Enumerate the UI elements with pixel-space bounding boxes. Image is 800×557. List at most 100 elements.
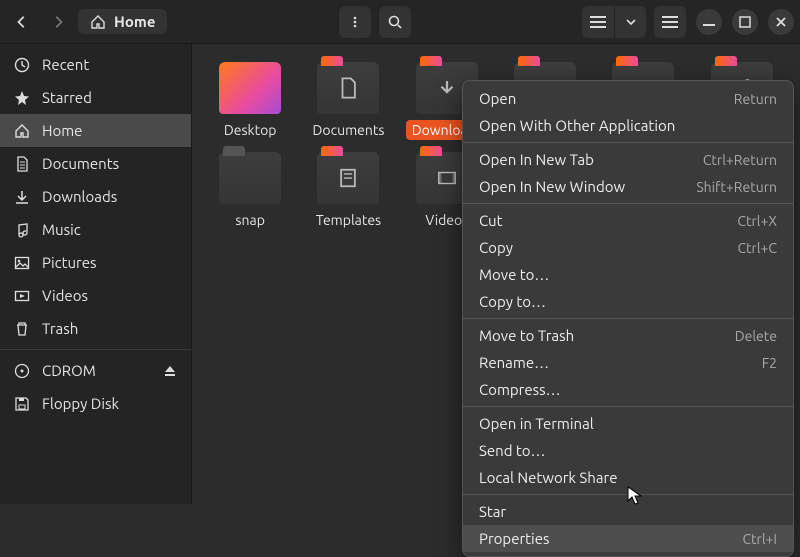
menu-item-copy-to[interactable]: Copy to… bbox=[463, 288, 793, 315]
sidebar-item-label: CDROM bbox=[42, 362, 96, 379]
menu-item-accel: Ctrl+C bbox=[737, 240, 777, 256]
file-item-templates[interactable]: Templates bbox=[300, 148, 396, 234]
menu-item-label: Copy to… bbox=[479, 293, 546, 310]
doc-glyph-icon bbox=[317, 62, 379, 114]
sidebar-item-label: Music bbox=[42, 221, 81, 238]
menu-separator bbox=[463, 318, 793, 319]
menu-item-label: Star bbox=[479, 503, 506, 520]
folder-icon bbox=[219, 62, 281, 114]
sidebar: Recent Starred Home Documents Downloads Music… bbox=[0, 44, 192, 504]
search-button[interactable] bbox=[379, 6, 411, 38]
back-button[interactable] bbox=[6, 6, 38, 38]
menu-item-local-network-share[interactable]: Local Network Share bbox=[463, 464, 793, 491]
menu-item-label: Copy bbox=[479, 239, 513, 256]
menu-item-label: Open In New Tab bbox=[479, 151, 594, 168]
close-button[interactable] bbox=[768, 9, 794, 35]
menu-item-label: Properties bbox=[479, 530, 550, 547]
menu-item-label: Open In New Window bbox=[479, 178, 625, 195]
sidebar-separator bbox=[0, 349, 191, 350]
menu-item-label: Move to… bbox=[479, 266, 549, 283]
menu-separator bbox=[463, 203, 793, 204]
menu-item-accel: Shift+Return bbox=[696, 179, 777, 195]
sidebar-item-documents[interactable]: Documents bbox=[0, 147, 191, 180]
document-icon bbox=[14, 156, 30, 172]
disc-icon bbox=[14, 363, 30, 379]
menu-item-copy[interactable]: Copy Ctrl+C bbox=[463, 234, 793, 261]
sidebar-device-floppy-disk[interactable]: Floppy Disk bbox=[0, 387, 191, 420]
menu-separator bbox=[463, 494, 793, 495]
menu-item-accel: F2 bbox=[762, 355, 777, 371]
sidebar-item-starred[interactable]: Starred bbox=[0, 81, 191, 114]
sidebar-item-trash[interactable]: Trash bbox=[0, 312, 191, 345]
download-icon bbox=[14, 189, 30, 205]
sidebar-item-label: Pictures bbox=[42, 254, 97, 271]
file-label: snap bbox=[229, 210, 270, 230]
path-bar[interactable]: Home bbox=[78, 9, 167, 34]
minimize-button[interactable] bbox=[696, 9, 722, 35]
sidebar-item-pictures[interactable]: Pictures bbox=[0, 246, 191, 279]
menu-item-properties[interactable]: Properties Ctrl+I bbox=[463, 525, 793, 552]
menu-item-rename[interactable]: Rename…F2 bbox=[463, 349, 793, 376]
list-view-button[interactable] bbox=[582, 6, 614, 38]
path-label: Home bbox=[114, 13, 155, 30]
file-item-desktop[interactable]: Desktop bbox=[202, 58, 298, 144]
music-icon bbox=[14, 222, 30, 238]
menu-item-open-in-new-window[interactable]: Open In New Window Shift+Return bbox=[463, 173, 793, 200]
menu-item-cut[interactable]: Cut Ctrl+X bbox=[463, 207, 793, 234]
file-label: Desktop bbox=[218, 120, 283, 140]
menu-item-send-to[interactable]: Send to… bbox=[463, 437, 793, 464]
file-item-documents[interactable]: Documents bbox=[300, 58, 396, 144]
forward-button[interactable] bbox=[42, 6, 74, 38]
sidebar-item-videos[interactable]: Videos bbox=[0, 279, 191, 312]
menu-item-accel: Delete bbox=[735, 328, 777, 344]
sidebar-item-label: Videos bbox=[42, 287, 88, 304]
menu-item-label: Compress… bbox=[479, 381, 561, 398]
menu-separator bbox=[463, 406, 793, 407]
menu-item-open-in-new-tab[interactable]: Open In New Tab Ctrl+Return bbox=[463, 146, 793, 173]
menu-item-open-in-terminal[interactable]: Open in Terminal bbox=[463, 410, 793, 437]
video-icon bbox=[14, 288, 30, 304]
folder-icon bbox=[317, 62, 379, 114]
menu-item-compress[interactable]: Compress… bbox=[463, 376, 793, 403]
menu-item-label: Cut bbox=[479, 212, 503, 229]
file-label: Templates bbox=[310, 210, 387, 230]
view-dropdown-button[interactable] bbox=[614, 6, 646, 38]
view-mode-group bbox=[582, 6, 646, 38]
eject-icon[interactable] bbox=[163, 364, 177, 378]
home-icon bbox=[90, 14, 106, 30]
sidebar-item-label: Home bbox=[42, 122, 82, 139]
sidebar-item-home[interactable]: Home bbox=[0, 114, 191, 147]
home-icon bbox=[14, 123, 30, 139]
menu-item-accel: Return bbox=[734, 91, 777, 107]
menu-item-label: Move to Trash bbox=[479, 327, 574, 344]
sidebar-item-downloads[interactable]: Downloads bbox=[0, 180, 191, 213]
trash-icon bbox=[14, 321, 30, 337]
menu-item-accel: Ctrl+X bbox=[737, 213, 777, 229]
sidebar-item-label: Recent bbox=[42, 56, 89, 73]
sidebar-item-label: Documents bbox=[42, 155, 119, 172]
kebab-menu-button[interactable] bbox=[339, 6, 371, 38]
file-item-snap[interactable]: snap bbox=[202, 148, 298, 234]
menu-item-move-to[interactable]: Move to… bbox=[463, 261, 793, 288]
menu-item-label: Open With Other Application bbox=[479, 117, 675, 134]
picture-icon bbox=[14, 255, 30, 271]
menu-item-open-with-other-application[interactable]: Open With Other Application bbox=[463, 112, 793, 139]
folder-icon bbox=[219, 152, 281, 204]
menu-item-open[interactable]: OpenReturn bbox=[463, 85, 793, 112]
menu-item-star[interactable]: Star bbox=[463, 498, 793, 525]
context-menu: OpenReturn Open With Other Application Ope… bbox=[462, 80, 794, 557]
menu-item-accel: Ctrl+I bbox=[742, 531, 777, 547]
floppy-icon bbox=[14, 396, 30, 412]
sidebar-item-label: Starred bbox=[42, 89, 92, 106]
maximize-button[interactable] bbox=[732, 9, 758, 35]
sidebar-item-recent[interactable]: Recent bbox=[0, 48, 191, 81]
sidebar-item-music[interactable]: Music bbox=[0, 213, 191, 246]
menu-item-move-to-trash[interactable]: Move to Trash Delete bbox=[463, 322, 793, 349]
sidebar-item-label: Floppy Disk bbox=[42, 395, 119, 412]
sidebar-item-label: Downloads bbox=[42, 188, 117, 205]
file-label: Documents bbox=[307, 120, 391, 140]
menu-item-accel: Ctrl+Return bbox=[703, 152, 777, 168]
sidebar-device-cdrom[interactable]: CDROM bbox=[0, 354, 191, 387]
menu-item-label: Local Network Share bbox=[479, 469, 618, 486]
hamburger-menu-button[interactable] bbox=[654, 6, 686, 38]
